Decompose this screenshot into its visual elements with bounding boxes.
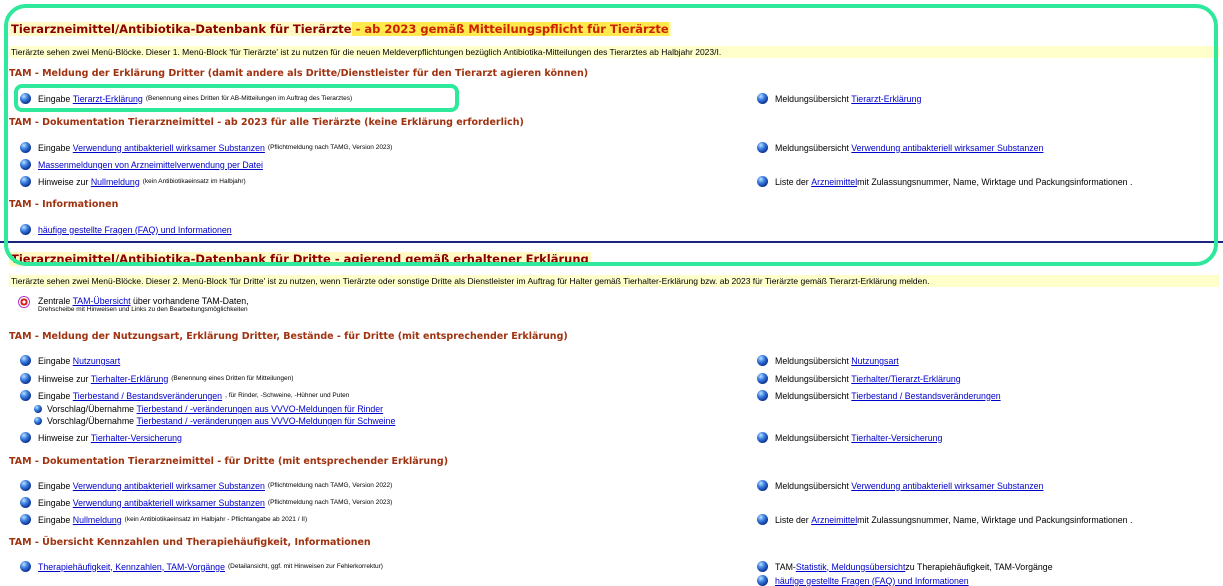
row-meldung-tierbestand: Meldungsübersicht Tierbestand / Bestands… bbox=[757, 390, 1001, 401]
bullet-icon bbox=[20, 561, 31, 572]
row-meldung-verwendung-dritte: Meldungsübersicht Verwendung antibakteri… bbox=[757, 480, 1043, 491]
row-faq-dritte: häufige gestellte Fragen (FAQ) und Infor… bbox=[757, 575, 969, 586]
link-verwendung-2023-dritte[interactable]: Verwendung antibakteriell wirksamer Subs… bbox=[73, 498, 265, 508]
row-meldung-tierhalter: Meldungsübersicht Tierhalter/Tierarzt-Er… bbox=[757, 373, 961, 384]
row-verwendung-2023-dritte: Eingabe Verwendung antibakteriell wirksa… bbox=[20, 497, 392, 508]
bullet-icon bbox=[757, 480, 768, 491]
link-nullmeldung-dritte[interactable]: Nullmeldung bbox=[73, 515, 122, 525]
row-nutzungsart: Eingabe Nutzungsart bbox=[20, 355, 120, 366]
link-therapiehaeufigkeit[interactable]: Therapiehäufigkeit, Kennzahlen, TAM-Vorg… bbox=[38, 562, 225, 572]
row-tam-statistik: TAM- Statistik, Meldungsübersicht zu Ther… bbox=[757, 561, 1053, 572]
link-tierhalter-versicherung[interactable]: Tierhalter-Versicherung bbox=[91, 433, 182, 443]
bullet-icon bbox=[757, 514, 768, 525]
row-meldung-nutzungsart: Meldungsübersicht Nutzungsart bbox=[757, 355, 899, 366]
link-tam-statistik[interactable]: Statistik, Meldungsübersicht bbox=[796, 562, 906, 572]
row-vvvo-rinder: Vorschlag/Übernahme Tierbestand / -verän… bbox=[34, 404, 383, 414]
link-verwendung-2022[interactable]: Verwendung antibakteriell wirksamer Subs… bbox=[73, 481, 265, 491]
row-tierhalter-erklaerung: Hinweise zur Tierhalter-Erklärung (Benenn… bbox=[20, 373, 293, 384]
link-tierhalter-erklaerung[interactable]: Tierhalter-Erklärung bbox=[91, 374, 168, 384]
bullet-icon bbox=[757, 575, 768, 586]
target-icon bbox=[18, 296, 30, 308]
row-arzneimittel-liste-dritte: Liste der Arzneimittel mit Zulassungsnum… bbox=[757, 514, 1132, 525]
bullet-icon bbox=[757, 390, 768, 401]
row-verwendung-2022: Eingabe Verwendung antibakteriell wirksa… bbox=[20, 480, 392, 491]
bullet-icon bbox=[20, 497, 31, 508]
block2-info: Tierärzte sehen zwei Menü-Blöcke. Dieser… bbox=[9, 275, 1219, 287]
row-nullmeldung-dritte: Eingabe Nullmeldung (kein Antibiotikaeins… bbox=[20, 514, 307, 525]
row-meldung-versicherung: Meldungsübersicht Tierhalter-Versicherun… bbox=[757, 432, 942, 443]
link-meldung-nutzungsart[interactable]: Nutzungsart bbox=[851, 356, 898, 366]
link-meldung-tierbestand[interactable]: Tierbestand / Bestandsveränderungen bbox=[851, 391, 1000, 401]
bullet-icon bbox=[20, 373, 31, 384]
bullet-icon bbox=[20, 432, 31, 443]
bullet-icon bbox=[20, 355, 31, 366]
bullet-icon bbox=[20, 390, 31, 401]
bullet-icon bbox=[757, 373, 768, 384]
block2-section-nutzungsart: TAM - Meldung der Nutzungsart, Erklärung… bbox=[9, 331, 568, 342]
row-vvvo-schweine: Vorschlag/Übernahme Tierbestand / -verän… bbox=[34, 416, 395, 426]
bullet-icon bbox=[20, 480, 31, 491]
link-vvvo-rinder[interactable]: Tierbestand / -veränderungen aus VVVO-Me… bbox=[137, 404, 384, 414]
link-nutzungsart[interactable]: Nutzungsart bbox=[73, 356, 120, 366]
bullet-icon bbox=[757, 561, 768, 572]
row-tierhalter-versicherung: Hinweise zur Tierhalter-Versicherung bbox=[20, 432, 182, 443]
bullet-icon bbox=[34, 405, 42, 413]
link-vvvo-schweine[interactable]: Tierbestand / -veränderungen aus VVVO-Me… bbox=[137, 416, 396, 426]
bullet-icon bbox=[34, 417, 42, 425]
highlight-block1-frame bbox=[4, 4, 1218, 266]
link-faq-dritte[interactable]: häufige gestellte Fragen (FAQ) und Infor… bbox=[775, 576, 969, 586]
highlight-tierarzt-erklaerung-frame bbox=[14, 84, 459, 112]
link-meldung-verwendung-dritte[interactable]: Verwendung antibakteriell wirksamer Subs… bbox=[851, 481, 1043, 491]
link-arzneimittel-dritte[interactable]: Arzneimittel bbox=[811, 515, 857, 525]
bullet-icon bbox=[20, 514, 31, 525]
block2-section-dokumentation: TAM - Dokumentation Tierarzneimittel - f… bbox=[9, 456, 449, 467]
bullet-icon bbox=[757, 355, 768, 366]
block2-section-kennzahlen: TAM - Übersicht Kennzahlen und Therapieh… bbox=[9, 537, 371, 548]
row-tierbestand: Eingabe Tierbestand / Bestandsveränderun… bbox=[20, 390, 349, 401]
row-therapiehaeufigkeit: Therapiehäufigkeit, Kennzahlen, TAM-Vorg… bbox=[20, 561, 383, 572]
link-tierbestand[interactable]: Tierbestand / Bestandsveränderungen bbox=[73, 391, 222, 401]
link-meldung-versicherung[interactable]: Tierhalter-Versicherung bbox=[851, 433, 942, 443]
link-tam-uebersicht[interactable]: TAM-Übersicht bbox=[73, 296, 131, 306]
bullet-icon bbox=[757, 432, 768, 443]
row-zentrale-uebersicht: Zentrale TAM-Übersicht über vorhandene T… bbox=[18, 296, 249, 313]
link-meldung-tierhalter-tierarzt[interactable]: Tierhalter/Tierarzt-Erklärung bbox=[851, 374, 960, 384]
